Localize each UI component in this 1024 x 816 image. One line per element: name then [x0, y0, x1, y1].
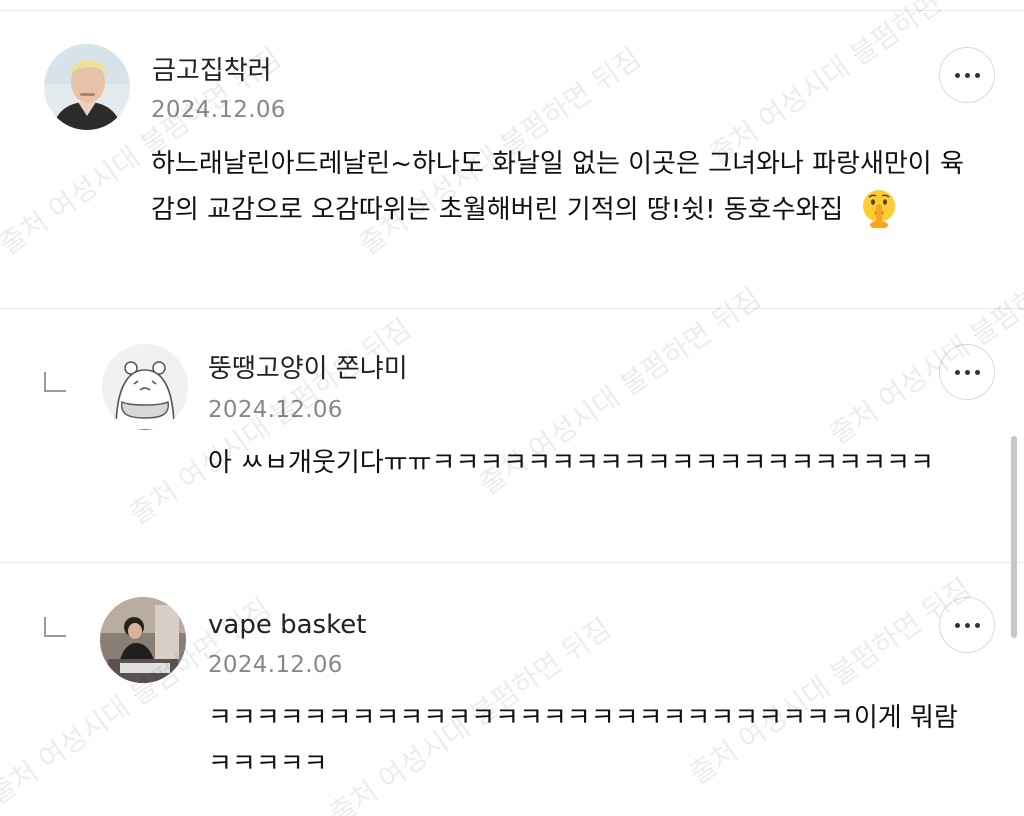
shushing-face-emoji — [863, 189, 896, 228]
reply-item: vape basket 2024.12.06 ㅋㅋㅋㅋㅋㅋㅋㅋㅋㅋㅋㅋㅋㅋㅋㅋㅋ… — [0, 563, 1024, 816]
comment-date: 2024.12.06 — [208, 397, 343, 423]
more-options-button[interactable] — [939, 597, 995, 653]
avatar-cat-illustration — [102, 344, 188, 430]
reply-indent-icon — [44, 372, 66, 392]
reply-item: 뚱땡고양이 쫀냐미 2024.12.06 아 ㅆㅂ개웃기다ㅠㅠㅋㅋㅋㅋㅋㅋㅋㅋㅋ… — [0, 310, 1024, 563]
comment-text: ㅋㅋㅋㅋㅋㅋㅋㅋㅋㅋㅋㅋㅋㅋㅋㅋㅋㅋㅋㅋㅋㅋㅋㅋㅋㅋㅋ이게 뭐람ㅋㅋㅋㅋㅋ — [208, 703, 958, 779]
more-options-icon — [954, 622, 960, 628]
comment-date: 2024.12.06 — [151, 97, 286, 123]
comment-text: 아 ㅆㅂ개웃기다ㅠㅠㅋㅋㅋㅋㅋㅋㅋㅋㅋㅋㅋㅋㅋㅋㅋㅋㅋㅋㅋㅋㅋ — [208, 448, 934, 478]
comment-nickname[interactable]: 뚱땡고양이 쫀냐미 — [208, 353, 408, 385]
more-options-icon — [954, 72, 960, 78]
comment-content: 아 ㅆㅂ개웃기다ㅠㅠㅋㅋㅋㅋㅋㅋㅋㅋㅋㅋㅋㅋㅋㅋㅋㅋㅋㅋㅋㅋㅋ — [208, 440, 968, 486]
comment-divider — [0, 308, 1024, 309]
scrollbar-thumb[interactable] — [1011, 436, 1017, 638]
more-options-button[interactable] — [939, 344, 995, 400]
avatar[interactable] — [44, 44, 130, 130]
comment-nickname[interactable]: vape basket — [208, 609, 366, 641]
comment-date: 2024.12.06 — [208, 652, 343, 678]
comment-content: 하느래날린아드레날린~하나도 화날일 없는 이곳은 그녀와나 파랑새만이 육감의… — [151, 141, 981, 233]
more-options-button[interactable] — [939, 47, 995, 103]
comment-item: 금고집착러 2024.12.06 하느래날린아드레날린~하나도 화날일 없는 이… — [0, 0, 1024, 310]
more-options-icon — [954, 369, 960, 375]
comment-text: 하느래날린아드레날린~하나도 화날일 없는 이곳은 그녀와나 파랑새만이 육감의… — [151, 149, 964, 225]
avatar-photo — [44, 44, 130, 130]
comment-nickname[interactable]: 금고집착러 — [152, 55, 272, 87]
avatar[interactable] — [100, 597, 186, 683]
avatar[interactable] — [102, 344, 188, 430]
avatar-photo — [100, 597, 186, 683]
reply-indent-icon — [44, 617, 66, 637]
comment-content: ㅋㅋㅋㅋㅋㅋㅋㅋㅋㅋㅋㅋㅋㅋㅋㅋㅋㅋㅋㅋㅋㅋㅋㅋㅋㅋㅋ이게 뭐람ㅋㅋㅋㅋㅋ — [208, 695, 968, 787]
